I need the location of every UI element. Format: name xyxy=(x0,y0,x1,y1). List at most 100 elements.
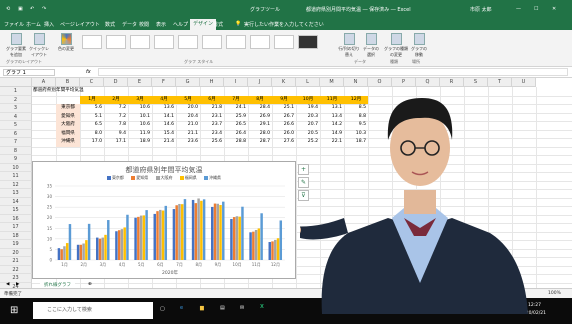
excel-taskbar-icon[interactable]: X xyxy=(260,304,264,310)
value-cell[interactable]: 20.4 xyxy=(176,113,200,122)
value-cell[interactable]: 25.9 xyxy=(224,113,248,122)
chart-style-9[interactable] xyxy=(274,35,294,49)
value-cell[interactable]: 15.4 xyxy=(152,130,176,139)
row-header[interactable]: 12 xyxy=(0,180,32,189)
value-cell[interactable]: 28.7 xyxy=(248,138,272,147)
row-header[interactable]: 1 xyxy=(0,87,32,96)
mail-icon[interactable]: ✉ xyxy=(240,305,244,311)
taskbar-search[interactable]: ここに入力して検索 xyxy=(33,302,153,319)
chart-style-4[interactable] xyxy=(154,35,174,49)
change-chart-type-button[interactable]: グラフの種類の変更 xyxy=(384,33,408,58)
value-cell[interactable]: 23.1 xyxy=(200,113,224,122)
column-header[interactable]: I xyxy=(224,78,248,87)
column-header[interactable]: F xyxy=(152,78,176,87)
chart-style-5[interactable] xyxy=(178,35,198,49)
value-cell[interactable]: 21.8 xyxy=(200,104,224,113)
value-cell[interactable]: 23.6 xyxy=(176,138,200,147)
row-header[interactable]: 17 xyxy=(0,223,32,232)
tab-data[interactable]: データ xyxy=(122,21,137,28)
row-header[interactable]: 16 xyxy=(0,214,32,223)
value-cell[interactable]: 21.1 xyxy=(176,130,200,139)
quick-layout-button[interactable]: クイックレイアウト xyxy=(28,33,50,58)
autosave-icon[interactable]: ⟲ xyxy=(6,6,10,12)
month-header-cell[interactable]: 5月 xyxy=(176,95,200,104)
sheet-nav-left-icon[interactable]: ◀ xyxy=(6,282,9,287)
column-header[interactable]: C xyxy=(80,78,104,87)
taskview-icon[interactable]: ▢ xyxy=(160,306,165,312)
add-sheet-icon[interactable]: ⊕ xyxy=(88,282,92,287)
prefecture-cell[interactable]: 愛知県 xyxy=(56,112,80,121)
value-cell[interactable]: 24.1 xyxy=(224,104,248,113)
column-header[interactable]: G xyxy=(176,78,200,87)
chart-style-1[interactable] xyxy=(82,35,102,49)
value-cell[interactable]: 9.4 xyxy=(104,130,128,139)
row-header[interactable]: 10 xyxy=(0,163,32,172)
tab-formulas[interactable]: 数式 xyxy=(105,21,115,28)
value-cell[interactable]: 23.4 xyxy=(200,130,224,139)
row-header[interactable]: 19 xyxy=(0,240,32,249)
change-colors-button[interactable]: 色の変更 xyxy=(57,33,75,52)
month-header-cell[interactable]: 9月 xyxy=(272,95,296,104)
value-cell[interactable]: 14.6 xyxy=(152,121,176,130)
value-cell[interactable]: 7.8 xyxy=(104,121,128,130)
value-cell[interactable]: 29.1 xyxy=(248,121,272,130)
value-cell[interactable]: 17.1 xyxy=(104,138,128,147)
row-header[interactable]: 4 xyxy=(0,112,32,121)
column-header[interactable]: D xyxy=(104,78,128,87)
value-cell[interactable]: 10.6 xyxy=(128,121,152,130)
value-cell[interactable]: 5.6 xyxy=(80,104,104,113)
value-cell[interactable]: 26.4 xyxy=(224,130,248,139)
value-cell[interactable]: 13.6 xyxy=(152,104,176,113)
column-header[interactable]: K xyxy=(272,78,296,87)
value-cell[interactable]: 26.7 xyxy=(272,113,296,122)
value-cell[interactable]: 18.9 xyxy=(128,138,152,147)
chart-style-2[interactable] xyxy=(106,35,126,49)
maximize-icon[interactable]: ☐ xyxy=(534,6,538,12)
row-header[interactable]: 22 xyxy=(0,265,32,274)
value-cell[interactable]: 20.0 xyxy=(176,104,200,113)
column-header[interactable]: H xyxy=(200,78,224,87)
chart-style-10[interactable] xyxy=(298,35,318,49)
row-header[interactable]: 14 xyxy=(0,197,32,206)
column-header[interactable]: B xyxy=(56,78,80,87)
value-cell[interactable]: 14.1 xyxy=(152,113,176,122)
value-cell[interactable]: 10.6 xyxy=(128,104,152,113)
month-header-cell[interactable]: 8月 xyxy=(248,95,272,104)
switch-row-column-button[interactable]: 行/列の切り替え xyxy=(338,33,360,58)
row-header[interactable]: 7 xyxy=(0,138,32,147)
month-header-cell[interactable]: 4月 xyxy=(152,95,176,104)
value-cell[interactable]: 21.0 xyxy=(176,121,200,130)
row-header[interactable]: 21 xyxy=(0,257,32,266)
prefecture-cell[interactable]: 福岡県 xyxy=(56,129,80,138)
column-header[interactable]: A xyxy=(32,78,56,87)
close-icon[interactable]: ✕ xyxy=(552,6,556,12)
tab-file[interactable]: ファイル xyxy=(4,21,24,28)
chart-style-8[interactable] xyxy=(250,35,270,49)
tab-help[interactable]: ヘルプ xyxy=(173,21,188,28)
formula-input[interactable] xyxy=(98,68,568,76)
row-header[interactable]: 6 xyxy=(0,129,32,138)
column-header[interactable]: J xyxy=(248,78,272,87)
chart-style-3[interactable] xyxy=(130,35,150,49)
redo-icon[interactable]: ↷ xyxy=(42,6,46,12)
value-cell[interactable]: 7.2 xyxy=(104,113,128,122)
add-chart-element-button[interactable]: グラフ要素を追加 xyxy=(6,33,26,58)
row-header[interactable]: 18 xyxy=(0,231,32,240)
fx-label[interactable]: fx xyxy=(86,69,91,75)
tab-view[interactable]: 表示 xyxy=(156,21,166,28)
explorer-icon[interactable]: ▆ xyxy=(200,305,204,311)
prefecture-cell[interactable]: 沖縄県 xyxy=(56,138,80,147)
select-data-button[interactable]: データの選択 xyxy=(362,33,380,58)
row-header[interactable]: 3 xyxy=(0,104,32,113)
chart-style-7[interactable] xyxy=(226,35,246,49)
value-cell[interactable]: 5.1 xyxy=(80,113,104,122)
tab-page-layout[interactable]: ページレイアウト xyxy=(60,21,100,28)
value-cell[interactable]: 28.0 xyxy=(248,130,272,139)
row-header[interactable]: 20 xyxy=(0,248,32,257)
value-cell[interactable]: 25.6 xyxy=(200,138,224,147)
value-cell[interactable]: 8.0 xyxy=(80,130,104,139)
save-icon[interactable]: ▣ xyxy=(18,6,23,12)
undo-icon[interactable]: ↶ xyxy=(30,6,34,12)
value-cell[interactable]: 26.9 xyxy=(248,113,272,122)
month-header-cell[interactable]: 6月 xyxy=(200,95,224,104)
